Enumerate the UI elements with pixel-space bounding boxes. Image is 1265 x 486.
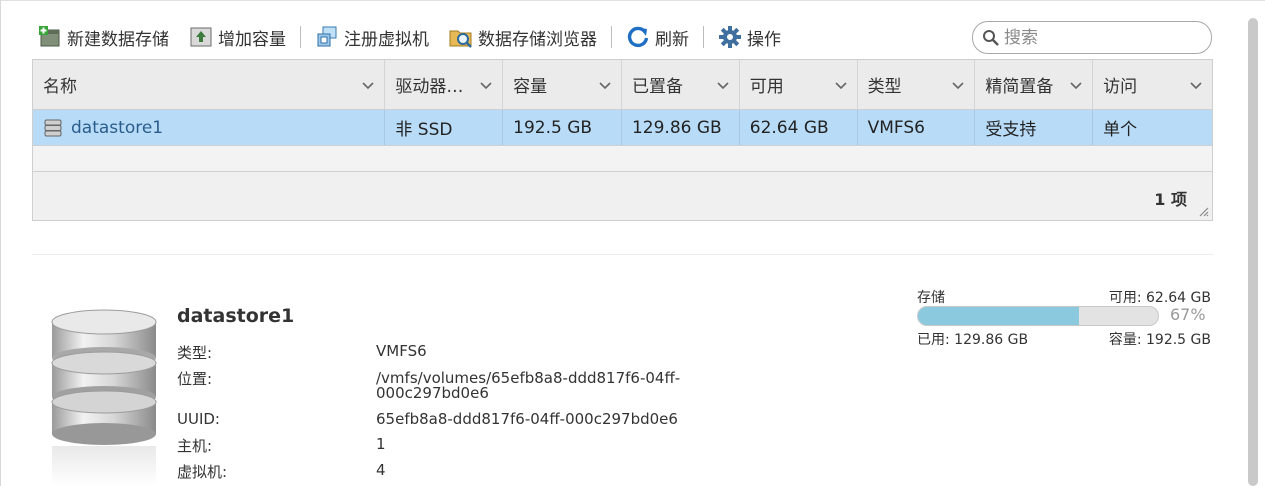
search-box[interactable] bbox=[972, 21, 1212, 54]
vms-label: 虚拟机: bbox=[177, 463, 228, 481]
chevron-down-icon[interactable] bbox=[951, 78, 965, 92]
left-border bbox=[0, 0, 1, 486]
chevron-down-icon[interactable] bbox=[1189, 78, 1203, 92]
refresh-button[interactable]: 刷新 bbox=[626, 23, 689, 51]
chevron-down-icon[interactable] bbox=[598, 78, 612, 92]
column-label: 精简置备 bbox=[985, 77, 1054, 97]
storage-capacity: 容量: 192.5 GB bbox=[1108, 332, 1211, 348]
actions-button[interactable]: 操作 bbox=[718, 23, 781, 51]
hosts-value: 1 bbox=[376, 435, 386, 453]
register-vm-label: 注册虚拟机 bbox=[344, 29, 429, 50]
increase-capacity-label: 增加容量 bbox=[218, 29, 286, 50]
actions-label: 操作 bbox=[747, 29, 781, 50]
datastore-browser-label: 数据存储浏览器 bbox=[478, 29, 597, 50]
cell-access: 单个 bbox=[1103, 120, 1138, 140]
location-value-line2: 000c297bd0e6 bbox=[376, 384, 489, 402]
section-divider bbox=[32, 254, 1213, 255]
uuid-label: UUID: bbox=[177, 410, 220, 428]
location-label: 位置: bbox=[177, 370, 213, 388]
vms-value: 4 bbox=[376, 461, 386, 479]
register-vm-button[interactable]: 注册虚拟机 bbox=[315, 23, 429, 51]
column-header-access[interactable]: 访问 bbox=[1093, 60, 1212, 109]
type-value: VMFS6 bbox=[376, 342, 427, 360]
storage-usage-percent: 67% bbox=[1170, 305, 1206, 324]
datastore-grid: 名称 驱动器… 容量 已置备 可用 类型 精简置备 访问 datastore1 … bbox=[32, 59, 1213, 221]
toolbar-separator bbox=[300, 26, 301, 48]
datastore-browser-button[interactable]: 数据存储浏览器 bbox=[449, 23, 597, 51]
column-header-type[interactable]: 类型 bbox=[858, 60, 976, 109]
toolbar: 新建数据存储 增加容量 注册虚拟机 数据存储浏览器 刷新 操作 bbox=[38, 22, 781, 52]
new-datastore-label: 新建数据存储 bbox=[67, 29, 169, 50]
storage-free: 可用: 62.64 GB bbox=[1108, 290, 1211, 306]
new-datastore-icon bbox=[38, 25, 62, 49]
cell-thin-provisioning: 受支持 bbox=[975, 110, 1094, 145]
top-border bbox=[0, 0, 1265, 1]
search-icon bbox=[982, 29, 1000, 47]
cell-name[interactable]: datastore1 bbox=[33, 110, 386, 145]
column-label: 容量 bbox=[513, 77, 548, 97]
grid-empty-row bbox=[33, 146, 1212, 172]
column-header-thin-provisioning[interactable]: 精简置备 bbox=[975, 60, 1094, 109]
column-header-provisioned[interactable]: 已置备 bbox=[622, 60, 740, 109]
refresh-label: 刷新 bbox=[655, 29, 689, 50]
column-label: 已置备 bbox=[631, 77, 683, 97]
column-header-drive-type[interactable]: 驱动器… bbox=[385, 60, 504, 109]
column-header-capacity[interactable]: 容量 bbox=[503, 60, 622, 109]
chevron-down-icon[interactable] bbox=[479, 78, 493, 92]
datastore-icon bbox=[51, 309, 157, 486]
item-count: 1 项 bbox=[1154, 190, 1187, 209]
cell-type: VMFS6 bbox=[858, 110, 976, 145]
type-label: 类型: bbox=[177, 344, 213, 362]
resize-grip-icon[interactable] bbox=[1197, 205, 1209, 217]
storage-usage-bar bbox=[917, 306, 1159, 326]
vertical-scrollbar[interactable] bbox=[1248, 18, 1258, 486]
chevron-down-icon[interactable] bbox=[716, 78, 730, 92]
storage-usage-fill bbox=[918, 307, 1079, 325]
search-input[interactable] bbox=[1004, 27, 1194, 48]
storage-used: 已用: 129.86 GB bbox=[917, 332, 1029, 348]
datastore-title: datastore1 bbox=[177, 305, 295, 327]
chevron-down-icon[interactable] bbox=[834, 78, 848, 92]
storage-label: 存储 bbox=[917, 290, 945, 306]
cell-capacity: 192.5 GB bbox=[503, 110, 622, 145]
table-row[interactable]: datastore1 非 SSD 192.5 GB 129.86 GB 62.6… bbox=[33, 110, 1212, 146]
cell-free: 62.64 GB bbox=[740, 110, 858, 145]
new-datastore-button[interactable]: 新建数据存储 bbox=[38, 23, 169, 51]
register-vm-icon bbox=[315, 25, 339, 49]
chevron-down-icon[interactable] bbox=[1069, 78, 1083, 92]
cell-provisioned: 129.86 GB bbox=[622, 110, 740, 145]
column-label: 可用 bbox=[749, 77, 784, 97]
refresh-icon bbox=[626, 25, 650, 49]
datastore-browser-icon bbox=[449, 25, 473, 49]
column-header-free[interactable]: 可用 bbox=[740, 60, 858, 109]
hosts-label: 主机: bbox=[177, 437, 213, 455]
column-header-name[interactable]: 名称 bbox=[33, 60, 386, 109]
datastore-icon bbox=[44, 119, 62, 136]
increase-capacity-button[interactable]: 增加容量 bbox=[189, 23, 286, 51]
increase-capacity-icon bbox=[189, 25, 213, 49]
grid-header: 名称 驱动器… 容量 已置备 可用 类型 精简置备 访问 bbox=[33, 60, 1212, 110]
column-label: 类型 bbox=[867, 77, 902, 97]
toolbar-separator bbox=[703, 26, 704, 48]
column-label: 驱动器… bbox=[395, 77, 464, 97]
column-label: 名称 bbox=[43, 77, 77, 97]
gear-icon bbox=[718, 25, 742, 49]
cell-drive-type: 非 SSD bbox=[385, 110, 504, 145]
datastore-name-link[interactable]: datastore1 bbox=[71, 118, 163, 138]
grid-footer: 1 项 bbox=[33, 172, 1212, 220]
uuid-value: 65efb8a8-ddd817f6-04ff-000c297bd0e6 bbox=[376, 410, 678, 428]
column-label: 访问 bbox=[1103, 77, 1138, 97]
chevron-down-icon[interactable] bbox=[361, 78, 375, 92]
toolbar-separator bbox=[611, 26, 612, 48]
